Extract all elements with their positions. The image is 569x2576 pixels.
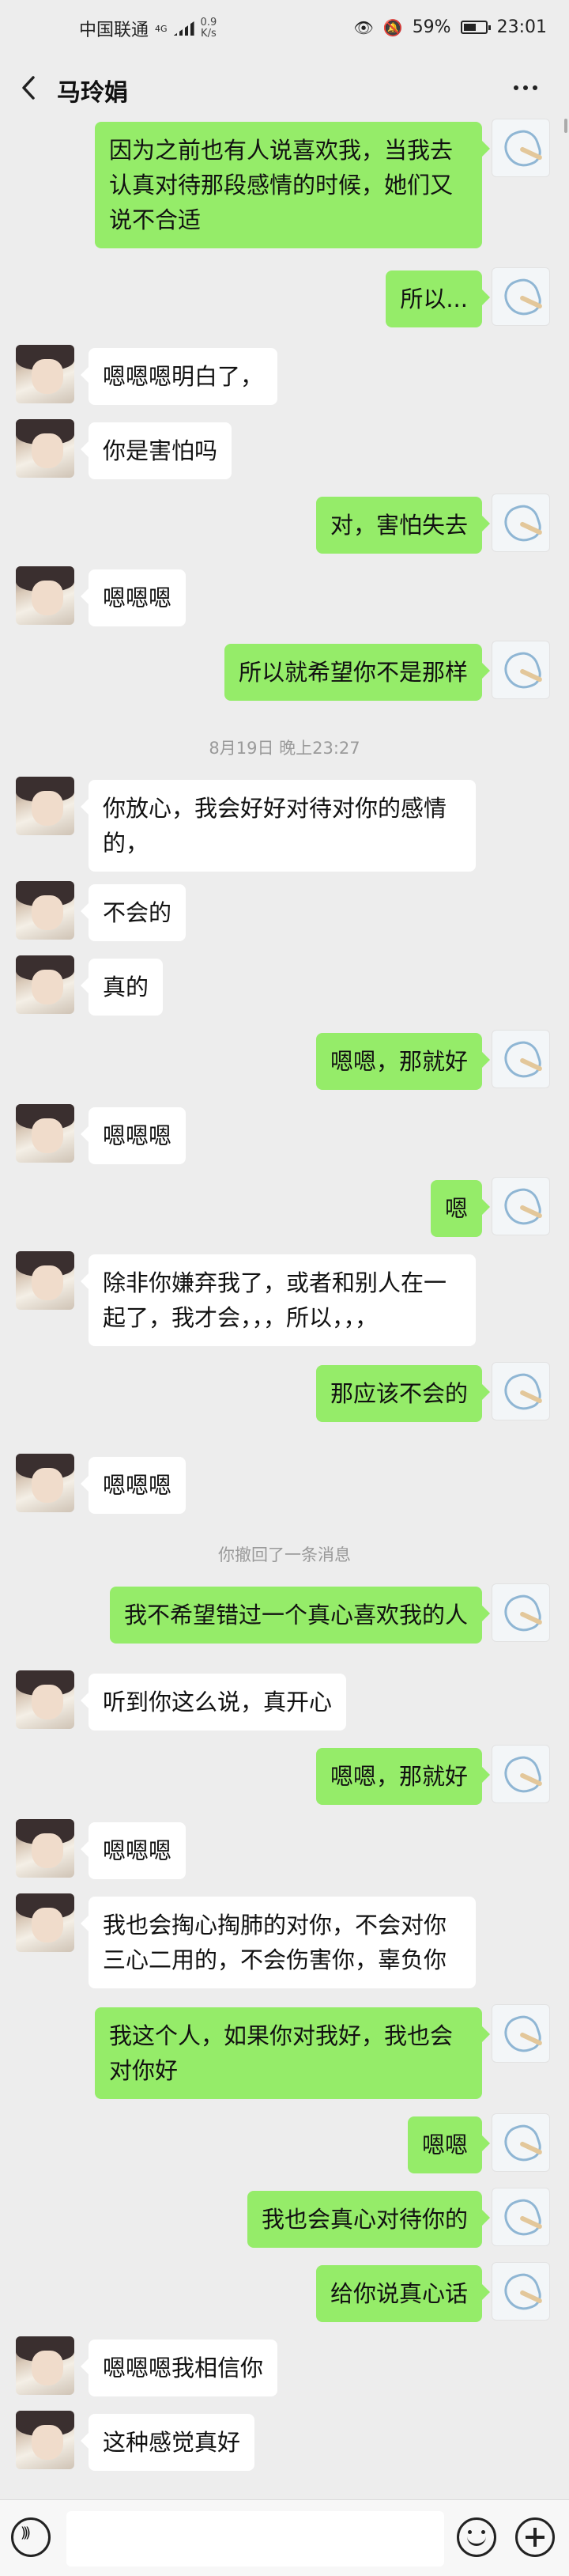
contact-avatar[interactable] [16, 881, 74, 940]
my-avatar[interactable] [492, 1177, 550, 1235]
contact-avatar[interactable] [16, 345, 74, 403]
my-avatar[interactable] [492, 1583, 550, 1642]
message-bubble[interactable]: 我也会掏心掏肺的对你，不会对你三心二用的，不会伤害你，辜负你 [81, 1897, 476, 1988]
plus-icon[interactable] [515, 2517, 555, 2557]
message-bubble[interactable]: 我这个人，如果你对我好，我也会对你好 [95, 2007, 490, 2099]
message-bubble[interactable]: 嗯嗯 [407, 2116, 491, 2173]
my-avatar[interactable] [492, 1745, 550, 1803]
network-type: 4G [155, 23, 168, 34]
contact-avatar[interactable] [16, 1251, 74, 1310]
scrollbar[interactable] [564, 119, 567, 133]
message-bubble[interactable]: 那应该不会的 [315, 1365, 491, 1422]
network-speed: 0.9 K/s [201, 17, 217, 40]
message-bubble[interactable]: 给你说真心话 [315, 2265, 491, 2322]
message-bubble[interactable]: 我不希望错过一个真心喜欢我的人 [109, 1587, 491, 1644]
message-bubble[interactable]: 嗯 [430, 1180, 491, 1237]
message-bubble[interactable]: 听到你这么说，真开心 [80, 1674, 347, 1731]
my-avatar[interactable] [492, 2262, 550, 2321]
contact-avatar[interactable] [16, 2411, 74, 2469]
message-bubble[interactable]: 你放心，我会好好对待对你的感情的， [81, 780, 476, 872]
system-message: 8月19日 晚上23:27 [209, 739, 360, 758]
message-bubble[interactable]: 嗯嗯嗯 [80, 569, 187, 626]
status-right: 👁 🔕 59% 23:01 [353, 17, 547, 37]
more-options-icon[interactable] [514, 76, 545, 100]
my-avatar[interactable] [492, 1362, 550, 1420]
message-bubble[interactable]: 除非你嫌弃我了，或者和别人在一起了，我才会，，，所以，，， [81, 1254, 476, 1346]
chat-header: 马玲娟 [0, 57, 569, 119]
my-avatar[interactable] [492, 641, 550, 699]
my-avatar[interactable] [492, 494, 550, 552]
message-input[interactable] [66, 2511, 444, 2567]
mute-bell-icon: 🔕 [382, 17, 403, 37]
message-bubble[interactable]: 我也会真心对待你的 [247, 2191, 491, 2248]
speed-unit: K/s [201, 28, 217, 40]
speed-value: 0.9 [200, 17, 217, 28]
message-bubble[interactable]: 你是害怕吗 [80, 422, 232, 479]
battery-percent: 59% [412, 17, 451, 37]
signal-icon [173, 21, 194, 36]
message-bubble[interactable]: 所以就希望你不是那样 [224, 644, 491, 701]
carrier-label: 中国联通 [79, 21, 149, 40]
battery-fill [463, 24, 476, 31]
input-bar [0, 2499, 569, 2576]
contact-avatar[interactable] [16, 955, 74, 1014]
system-message: 你撤回了一条消息 [218, 1545, 351, 1564]
contact-avatar[interactable] [16, 566, 74, 625]
my-avatar[interactable] [492, 1030, 550, 1088]
emoji-icon[interactable] [457, 2517, 496, 2557]
my-avatar[interactable] [492, 2188, 550, 2246]
message-bubble[interactable]: 这种感觉真好 [80, 2414, 255, 2471]
contact-avatar[interactable] [16, 1819, 74, 1878]
message-bubble[interactable]: 嗯嗯嗯 [80, 1457, 187, 1514]
message-bubble[interactable]: 真的 [80, 959, 164, 1016]
message-bubble[interactable]: 嗯嗯，那就好 [315, 1033, 491, 1090]
status-left: 中国联通 4G 0.9 K/s [79, 16, 217, 41]
my-avatar[interactable] [492, 2004, 550, 2063]
status-bar: 中国联通 4G 0.9 K/s 👁 🔕 59% 23:01 [0, 0, 569, 57]
contact-avatar[interactable] [16, 419, 74, 478]
contact-avatar[interactable] [16, 1104, 74, 1163]
contact-avatar[interactable] [16, 2336, 74, 2395]
message-bubble[interactable]: 因为之前也有人说喜欢我，当我去认真对待那段感情的时候，她们又说不合适 [95, 122, 490, 248]
message-bubble[interactable]: 嗯嗯，那就好 [315, 1748, 491, 1805]
my-avatar[interactable] [492, 119, 550, 177]
contact-avatar[interactable] [16, 777, 74, 835]
message-bubble[interactable]: 所以... [386, 270, 490, 327]
eye-icon: 👁 [353, 17, 374, 37]
back-arrow-icon[interactable] [17, 74, 41, 101]
message-bubble[interactable]: 对，害怕失去 [315, 497, 491, 554]
contact-avatar[interactable] [16, 1670, 74, 1729]
clock: 23:01 [496, 17, 547, 37]
contact-avatar[interactable] [16, 1454, 74, 1512]
message-bubble[interactable]: 嗯嗯嗯明白了， [80, 348, 278, 405]
message-bubble[interactable]: 嗯嗯嗯 [80, 1107, 187, 1164]
battery-icon [460, 21, 491, 34]
contact-avatar[interactable] [16, 1893, 74, 1952]
my-avatar[interactable] [492, 2113, 550, 2172]
message-bubble[interactable]: 不会的 [80, 884, 187, 941]
my-avatar[interactable] [492, 267, 550, 326]
message-bubble[interactable]: 嗯嗯嗯我相信你 [80, 2340, 278, 2396]
message-bubble[interactable]: 嗯嗯嗯 [80, 1822, 187, 1879]
chat-title: 马玲娟 [57, 79, 128, 107]
voice-icon[interactable] [11, 2517, 51, 2557]
